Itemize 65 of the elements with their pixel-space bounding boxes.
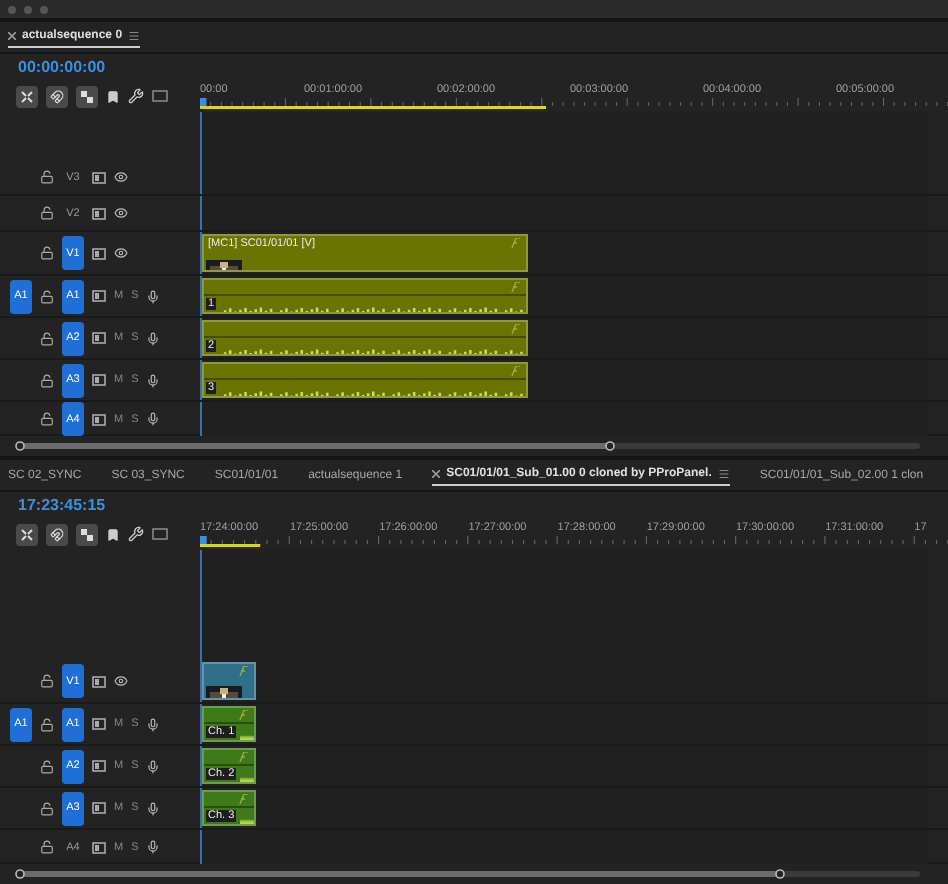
eye-icon[interactable] (114, 674, 128, 688)
timecode-display[interactable]: 17:23:45:15 (0, 492, 948, 518)
menu-icon[interactable] (717, 468, 730, 480)
microphone-icon[interactable] (146, 412, 161, 426)
wrench-icon[interactable] (128, 526, 144, 542)
track-output-icon[interactable] (92, 718, 106, 730)
video-clip[interactable] (202, 662, 257, 700)
fx-icon (238, 752, 251, 762)
microphone-icon[interactable] (146, 331, 161, 345)
track-output-icon[interactable] (92, 207, 106, 219)
lock-icon[interactable] (40, 206, 54, 220)
microphone-icon[interactable] (146, 801, 161, 815)
fx-icon (510, 366, 523, 376)
microphone-icon[interactable] (146, 759, 161, 773)
timecode-display[interactable]: 00:00:00:00 (0, 54, 948, 80)
eye-icon[interactable] (114, 170, 128, 184)
track-output-icon[interactable] (92, 841, 106, 853)
fx-icon (510, 282, 523, 292)
microphone-icon[interactable] (146, 373, 161, 387)
lock-icon[interactable] (40, 759, 54, 773)
lock-icon[interactable] (40, 717, 54, 731)
time-ruler[interactable] (200, 536, 948, 548)
fx-icon (510, 324, 523, 334)
lock-icon[interactable] (40, 331, 54, 345)
track-output-icon[interactable] (92, 290, 106, 302)
wrench-icon[interactable] (128, 88, 144, 104)
lock-icon[interactable] (40, 801, 54, 815)
menu-icon[interactable] (128, 30, 141, 42)
fx-icon (238, 666, 251, 676)
nest-button[interactable] (16, 523, 38, 545)
linked-selection-button[interactable] (76, 85, 98, 107)
lock-icon[interactable] (40, 170, 54, 184)
lock-icon[interactable] (40, 412, 54, 426)
fx-icon (238, 710, 251, 720)
captions-icon[interactable] (152, 528, 168, 540)
marker-icon[interactable] (106, 89, 120, 103)
track-output-icon[interactable] (92, 171, 106, 183)
lock-icon[interactable] (40, 289, 54, 303)
track-output-icon[interactable] (92, 247, 106, 259)
snap-button[interactable] (46, 523, 68, 545)
close-icon[interactable] (432, 470, 441, 478)
fx-icon (510, 238, 523, 248)
close-icon[interactable] (8, 32, 16, 40)
lock-icon[interactable] (40, 674, 54, 688)
captions-icon[interactable] (152, 90, 168, 102)
track-output-icon[interactable] (92, 675, 106, 687)
time-ruler[interactable] (200, 98, 948, 110)
lock-icon[interactable] (40, 373, 54, 387)
microphone-icon[interactable] (146, 717, 161, 731)
lock-icon[interactable] (40, 246, 54, 260)
microphone-icon[interactable] (146, 289, 161, 303)
nest-button[interactable] (16, 85, 38, 107)
track-output-icon[interactable] (92, 374, 106, 386)
eye-icon[interactable] (114, 206, 128, 220)
fx-icon (238, 794, 251, 804)
microphone-icon[interactable] (146, 840, 161, 854)
snap-button[interactable] (46, 85, 68, 107)
track-output-icon[interactable] (92, 332, 106, 344)
marker-icon[interactable] (106, 527, 120, 541)
linked-selection-button[interactable] (76, 523, 98, 545)
track-output-icon[interactable] (92, 760, 106, 772)
lock-icon[interactable] (40, 840, 54, 854)
track-output-icon[interactable] (92, 413, 106, 425)
track-output-icon[interactable] (92, 802, 106, 814)
eye-icon[interactable] (114, 246, 128, 260)
